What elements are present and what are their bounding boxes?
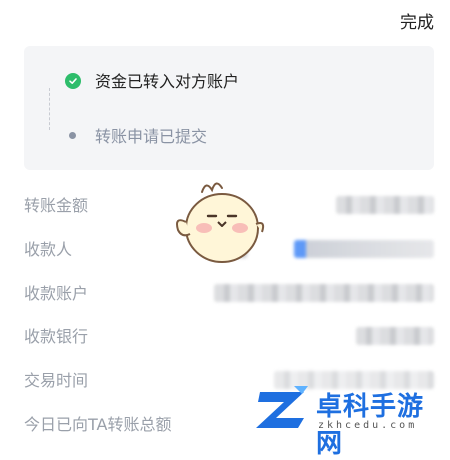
watermark-url: zkhcedu.com <box>318 420 418 431</box>
detail-label-total-today: 今日已向TA转账总额 <box>24 415 172 434</box>
step-connector-line <box>49 88 50 130</box>
chick-mascot-icon <box>172 172 268 268</box>
redacted-payee <box>294 240 434 258</box>
pending-dot-icon <box>69 132 76 139</box>
watermark-logo: 卓科手游网 zkhcedu.com <box>254 382 444 459</box>
check-circle-icon <box>65 73 81 89</box>
detail-label-bank: 收款银行 <box>24 327 89 346</box>
detail-label-amount: 转账金额 <box>24 196 89 215</box>
detail-label-account: 收款账户 <box>24 284 89 303</box>
z-logo-icon <box>256 386 308 428</box>
redacted-amount <box>336 196 434 214</box>
detail-label-payee: 收款人 <box>24 240 73 259</box>
redacted-bank <box>356 327 434 345</box>
detail-label-time: 交易时间 <box>24 371 89 390</box>
done-button[interactable]: 完成 <box>400 8 434 33</box>
redacted-account <box>214 284 434 302</box>
status-step-transferred: 资金已转入对方账户 <box>95 72 240 91</box>
transfer-status-card: 资金已转入对方账户 转账申请已提交 <box>24 46 434 170</box>
status-step-submitted: 转账申请已提交 <box>95 127 208 146</box>
